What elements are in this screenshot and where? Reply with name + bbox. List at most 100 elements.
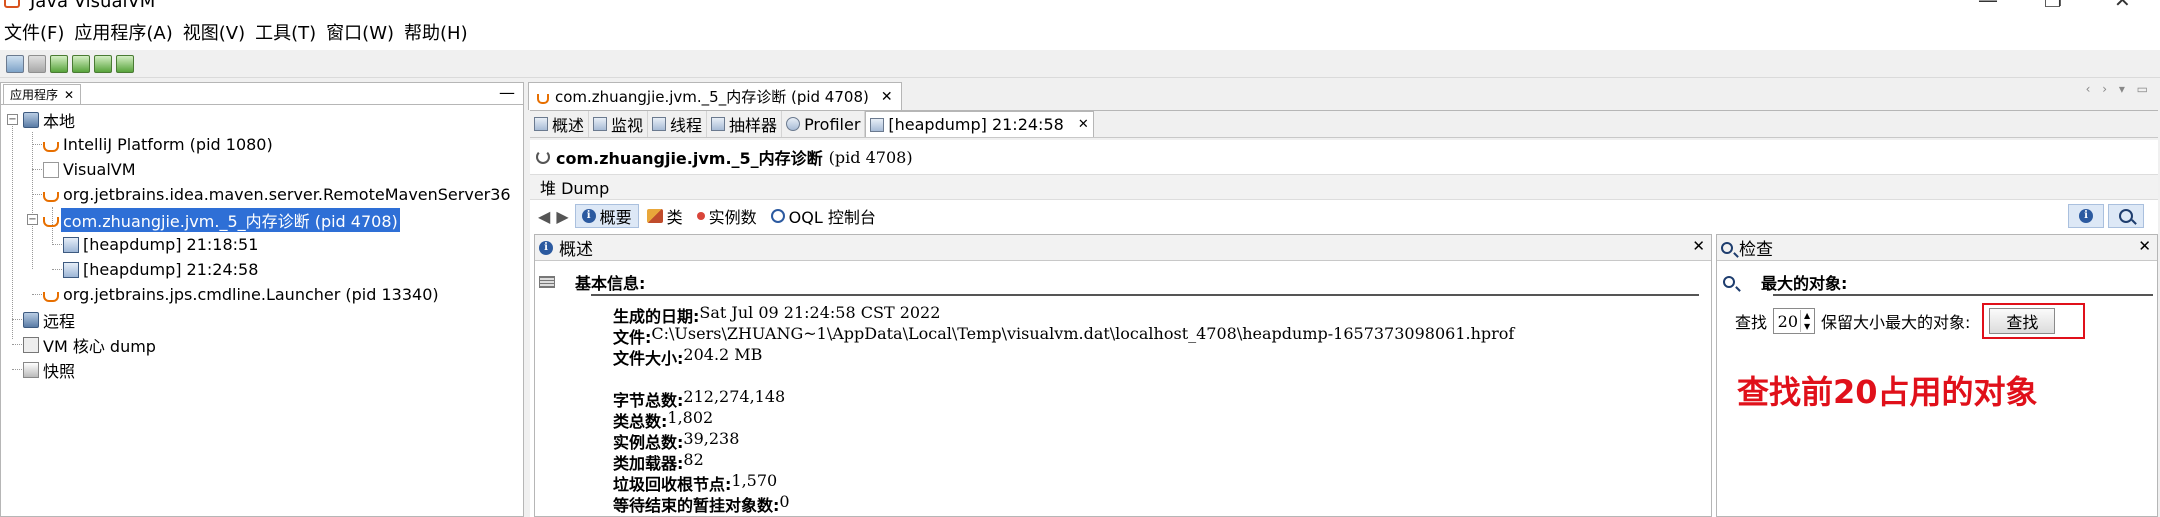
menu-file[interactable]: 文件(F): [4, 19, 64, 45]
inspect-panel: 检查 ✕ 最大的对象: 查找 20 ▲ ▼ 保留大小最大的对象: 查找 查找前20…: [1716, 234, 2158, 517]
tree-node-intellij[interactable]: IntelliJ Platform (pid 1080): [1, 132, 523, 157]
tab-overview[interactable]: 概述: [530, 111, 590, 137]
tree-node-snapshots[interactable]: 快照: [1, 357, 523, 382]
tree-node-local[interactable]: − 本地: [1, 107, 523, 132]
tab-threads[interactable]: 线程: [648, 111, 708, 137]
tree-node-launcher[interactable]: org.jetbrains.jps.cmdline.Launcher (pid …: [1, 282, 523, 307]
back-arrow-icon[interactable]: ◀: [538, 207, 550, 226]
classes-icon: [646, 209, 663, 223]
view-instances[interactable]: 实例数: [691, 204, 763, 228]
tab-sampler[interactable]: 抽样器: [707, 111, 783, 137]
search-icon: [1723, 276, 1735, 288]
info-total-bytes: 字节总数: 212,274,148: [613, 387, 786, 410]
largest-objects-heading: 最大的对象:: [1723, 271, 1847, 293]
minimize-button[interactable]: —: [1978, 0, 1998, 12]
open-icon[interactable]: [6, 54, 24, 73]
info-file: 文件: C:\Users\ZHUANG~1\AppData\Local\Temp…: [613, 324, 1515, 347]
applications-tab[interactable]: 应用程序 ✕: [3, 84, 82, 104]
java-app-icon: [43, 292, 59, 302]
save-icon[interactable]: [28, 54, 46, 73]
tab-monitor[interactable]: 监视: [589, 111, 649, 137]
info-file-size: 文件大小: 204.2 MB: [613, 345, 763, 368]
snapshot-icon: [23, 361, 39, 378]
section-icon: [539, 276, 555, 288]
panel-minimize-button[interactable]: —: [499, 83, 515, 102]
view-subtabs: 概述 监视 线程 抽样器 Profiler [heapdump] 21:24:5…: [530, 110, 2158, 138]
object-count-stepper[interactable]: 20 ▲ ▼: [1773, 308, 1816, 334]
tree-node-heapdump-1[interactable]: [heapdump] 21:18:51: [1, 232, 523, 257]
basic-info: 生成的日期: Sat Jul 09 21:24:58 CST 2022 文件: …: [613, 303, 1515, 515]
heapdump-icon: [870, 117, 885, 132]
add-core-icon[interactable]: [72, 54, 90, 73]
visualvm-app-icon: [4, 0, 20, 8]
java-app-icon: [43, 142, 59, 152]
monitor-icon: [593, 117, 608, 131]
collapse-icon[interactable]: −: [27, 214, 38, 225]
menu-window[interactable]: 窗口(W): [326, 19, 394, 45]
view-oql-console[interactable]: OQL 控制台: [765, 204, 882, 228]
heap-dump-icon[interactable]: [94, 54, 112, 73]
computer-icon: [23, 111, 39, 128]
document-tab[interactable]: com.zhuangjie.jvm._5_内存诊断 (pid 4708) ✕: [528, 82, 902, 110]
inspect-panel-header: 检查 ✕: [1717, 235, 2157, 261]
menu-view[interactable]: 视图(V): [183, 19, 245, 45]
overview-close-button[interactable]: ✕: [1692, 237, 1705, 255]
forward-arrow-icon[interactable]: ▶: [556, 207, 568, 226]
view-classes[interactable]: 类: [641, 204, 689, 228]
instances-icon: [696, 212, 705, 220]
java-app-icon: [43, 217, 59, 227]
tab-heapdump[interactable]: [heapdump] 21:24:58 ✕: [865, 111, 1094, 137]
remote-host-icon: [23, 311, 39, 328]
applications-tab-label: 应用程序: [10, 88, 59, 102]
info-icon: i: [2079, 209, 2093, 223]
annotation-text: 查找前20占用的对象: [1737, 373, 2038, 411]
inspect-close-button[interactable]: ✕: [2138, 237, 2151, 255]
search-toggle-button[interactable]: [2108, 204, 2144, 228]
info-gc-roots: 垃圾回收根节点: 1,570: [613, 471, 778, 494]
maximize-button[interactable]: ❐: [2044, 0, 2062, 12]
tree-node-maven-server[interactable]: org.jetbrains.idea.maven.server.RemoteMa…: [1, 182, 523, 207]
profiler-icon: [786, 117, 801, 131]
close-window-button[interactable]: ✕: [2114, 0, 2131, 12]
info-date: 生成的日期: Sat Jul 09 21:24:58 CST 2022: [613, 303, 941, 326]
info-total-instances: 实例总数: 39,238: [613, 429, 740, 452]
core-dump-icon: [23, 336, 39, 353]
snapshot-icon[interactable]: [116, 54, 134, 73]
menu-tools[interactable]: 工具(T): [255, 19, 316, 45]
add-jmx-icon[interactable]: [50, 54, 68, 73]
find-largest-row: 查找 20 ▲ ▼ 保留大小最大的对象: 查找: [1735, 303, 2086, 339]
heapdump-view-bar: ◀ ▶ i 概要 类 实例数 OQL 控制台 i: [530, 202, 2158, 230]
find-button[interactable]: 查找: [1989, 308, 2056, 334]
java-app-icon: [43, 192, 59, 202]
tree-node-core-dump[interactable]: VM 核心 dump: [1, 332, 523, 357]
view-summary[interactable]: i 概要: [574, 204, 639, 228]
menu-help[interactable]: 帮助(H): [404, 19, 468, 45]
toolbar: [0, 50, 2160, 78]
basic-info-heading: 基本信息:: [539, 271, 1699, 293]
heapdump-icon: [63, 236, 79, 253]
tree-node-heapdump-2[interactable]: [heapdump] 21:24:58: [1, 257, 523, 282]
overview-icon: [534, 117, 548, 131]
editor-area: com.zhuangjie.jvm._5_内存诊断 (pid 4708) ✕ ‹…: [528, 82, 2160, 517]
heapdump-tab-close[interactable]: ✕: [1078, 117, 1089, 132]
tree-node-visualvm[interactable]: VisualVM: [1, 157, 523, 182]
overview-panel-header: i 概述 ✕: [535, 235, 1711, 261]
tree-node-remote[interactable]: 远程: [1, 307, 523, 332]
document-tab-close[interactable]: ✕: [881, 89, 893, 105]
visualvm-icon: [43, 161, 59, 178]
menu-applications[interactable]: 应用程序(A): [74, 19, 172, 45]
info-classloaders: 类加载器: 82: [613, 450, 704, 473]
info-toggle-button[interactable]: i: [2068, 204, 2104, 228]
collapse-icon[interactable]: −: [7, 114, 18, 125]
info-pending-finalization: 等待结束的暂挂对象数: 0: [613, 492, 790, 515]
heapdump-icon: [63, 261, 79, 278]
applications-tree: − 本地 IntelliJ Platform (pid 1080) Visual…: [1, 107, 523, 382]
stepper-arrows-icon[interactable]: ▲ ▼: [1800, 310, 1813, 332]
annotation-highlight-box: 查找: [1982, 303, 2086, 339]
title-bar: Java VisualVM — ❐ ✕: [0, 0, 2160, 14]
editor-nav-arrows[interactable]: ‹ › ▾ ▭: [2086, 82, 2152, 96]
tab-profiler[interactable]: Profiler: [782, 111, 866, 137]
process-title: com.zhuangjie.jvm._5_内存诊断 (pid 4708): [536, 146, 913, 168]
applications-tab-close[interactable]: ✕: [64, 88, 74, 102]
tree-node-selected-app[interactable]: − com.zhuangjie.jvm._5_内存诊断 (pid 4708): [1, 207, 523, 232]
